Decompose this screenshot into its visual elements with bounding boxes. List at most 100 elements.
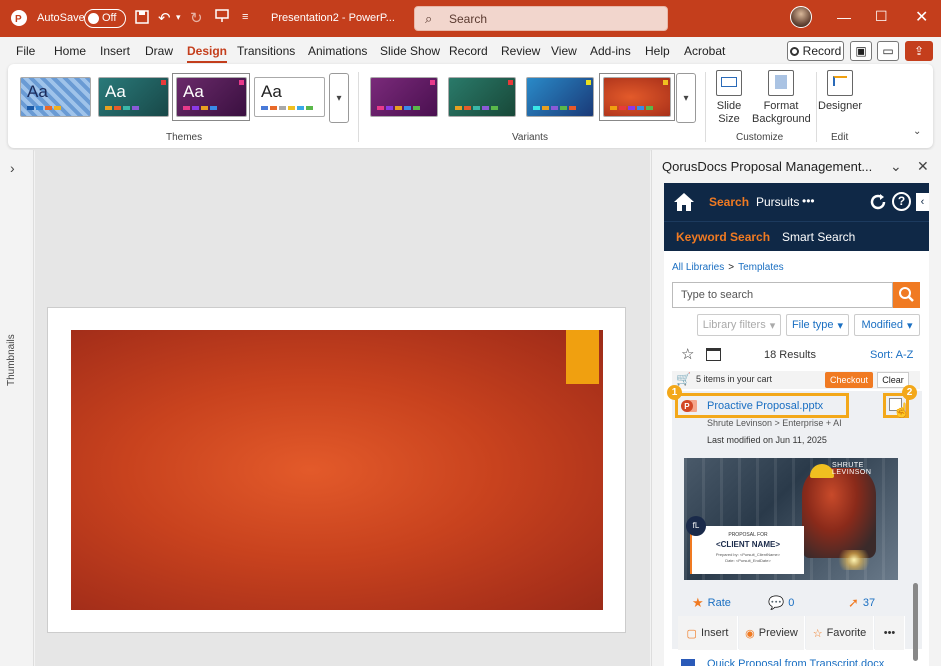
slide-frame[interactable] <box>47 307 626 633</box>
rate-button[interactable]: ★ Rate <box>692 595 731 611</box>
favorite-button[interactable]: ☆ Favorite <box>806 616 874 650</box>
variant-thumbnail-1[interactable] <box>370 77 438 117</box>
themes-group-label: Themes <box>166 132 203 143</box>
share-icon[interactable]: ⇪ <box>905 41 933 61</box>
tab-help[interactable]: Help <box>645 44 670 58</box>
preview-label: Preview <box>758 627 798 639</box>
customize-qat-icon[interactable]: ≡ <box>242 11 248 23</box>
autosave-label: AutoSave <box>37 12 85 24</box>
comments-icon[interactable]: ▭ <box>877 41 899 61</box>
theme-thumbnail-3[interactable]: Aa <box>176 77 247 117</box>
more-actions-icon[interactable]: ••• <box>875 616 905 650</box>
tab-transitions[interactable]: Transitions <box>237 44 295 58</box>
collection-icon[interactable] <box>706 348 721 361</box>
result-preview-image[interactable]: SHRUTE LEVINSON fL PROPOSAL FOR <CLIENT … <box>684 458 898 580</box>
pane-options-icon[interactable]: ⌄ <box>890 158 902 175</box>
tab-file[interactable]: File <box>16 44 35 58</box>
tab-design[interactable]: Design <box>187 44 228 63</box>
format-background-icon <box>768 70 794 96</box>
variant-thumbnail-3[interactable] <box>526 77 594 117</box>
docx-file-icon <box>681 659 695 666</box>
close-icon[interactable]: ✕ <box>915 7 928 27</box>
format-background-button[interactable]: Format Background <box>752 70 811 126</box>
theme-aa-label: Aa <box>261 82 282 101</box>
library-filters-dropdown[interactable]: Library filters ▾ <box>697 314 781 336</box>
record-button[interactable]: Record <box>787 41 844 61</box>
present-teams-icon[interactable]: ▣ <box>850 41 872 61</box>
results-count: 18 Results <box>764 349 816 361</box>
tab-insert[interactable]: Insert <box>100 44 130 58</box>
tab-record[interactable]: Record <box>449 44 488 58</box>
tab-animations[interactable]: Animations <box>308 44 367 58</box>
undo-dropdown-icon[interactable]: ▾ <box>176 12 181 23</box>
collapse-panel-icon[interactable]: ‹ <box>916 193 929 211</box>
undo-icon[interactable]: ↶ <box>158 9 171 27</box>
favorites-star-icon[interactable]: ☆ <box>681 345 694 363</box>
tab-acrobat[interactable]: Acrobat <box>684 44 725 58</box>
checkout-button[interactable]: Checkout <box>825 372 873 388</box>
likes-button[interactable]: ➚ 37 <box>848 595 875 611</box>
nav-pursuits[interactable]: Pursuits <box>756 195 799 209</box>
thumbnails-strip: › Thumbnails <box>0 150 34 666</box>
minimize-icon[interactable]: — <box>837 9 851 25</box>
theme-aa-label: Aa <box>105 82 126 101</box>
keyword-search-input[interactable]: Type to search <box>672 282 893 308</box>
cart-count: 5 items in your cart <box>696 374 773 384</box>
result-title-link[interactable]: Proactive Proposal.pptx <box>707 400 823 412</box>
edit-group-label: Edit <box>831 132 849 143</box>
theme-thumbnail-1[interactable]: Aa <box>20 77 91 117</box>
home-icon[interactable] <box>673 192 695 215</box>
themes-more-button[interactable]: ▾ <box>329 73 349 123</box>
maximize-icon[interactable]: ☐ <box>875 8 888 25</box>
nav-more-icon[interactable]: ••• <box>802 194 815 208</box>
search-submit-button[interactable] <box>893 282 920 308</box>
slide-background[interactable] <box>71 330 603 610</box>
tab-add-ins[interactable]: Add-ins <box>590 44 631 58</box>
pane-close-icon[interactable]: ✕ <box>917 158 929 175</box>
svg-text:P: P <box>15 14 22 25</box>
theme-thumbnail-2[interactable]: Aa <box>98 77 169 117</box>
sort-dropdown[interactable]: Sort: A-Z <box>870 349 913 361</box>
tab-view[interactable]: View <box>551 44 577 58</box>
preview-cover-card: fL PROPOSAL FOR <CLIENT NAME> Prepared b… <box>686 516 804 574</box>
variant-thumbnail-4[interactable] <box>603 77 671 117</box>
file-type-dropdown[interactable]: File type ▾ <box>786 314 849 336</box>
nav-search[interactable]: Search <box>709 195 749 209</box>
save-icon[interactable] <box>135 10 149 24</box>
variants-more-button[interactable]: ▾ <box>676 73 696 123</box>
tab-smart-search[interactable]: Smart Search <box>782 230 855 244</box>
slide-accent-bar[interactable] <box>566 330 599 384</box>
collapse-ribbon-icon[interactable]: ⌄ <box>913 126 921 137</box>
scrollbar-thumb[interactable] <box>913 583 918 661</box>
comments-button[interactable]: 💬 0 <box>768 595 794 611</box>
thumbnails-label[interactable]: Thumbnails <box>6 334 17 386</box>
breadcrumb-all-libraries[interactable]: All Libraries <box>672 262 724 273</box>
search-input[interactable]: ⌕ Search <box>414 6 668 31</box>
tab-draw[interactable]: Draw <box>145 44 173 58</box>
library-filters-label: Library filters <box>702 319 766 331</box>
help-icon[interactable]: ? <box>892 192 911 211</box>
slide-size-button[interactable]: Slide Size <box>711 70 747 126</box>
refresh-icon[interactable] <box>869 193 887 214</box>
avatar[interactable] <box>790 6 812 28</box>
present-icon[interactable] <box>215 9 229 23</box>
preview-line-3: Prepared by: <Pursuit_ClientName> <box>715 552 781 557</box>
designer-button[interactable]: Designer <box>818 70 862 113</box>
breadcrumb-templates[interactable]: Templates <box>738 262 784 273</box>
slide-canvas <box>35 150 650 666</box>
modified-dropdown[interactable]: Modified ▾ <box>854 314 920 336</box>
insert-button[interactable]: ▢ Insert <box>678 616 738 650</box>
variant-thumbnail-2[interactable] <box>448 77 516 117</box>
tab-keyword-search[interactable]: Keyword Search <box>676 230 770 244</box>
result-path: Shrute Levinson > Enterprise + AI <box>707 418 842 428</box>
autosave-toggle[interactable]: Off <box>84 9 126 28</box>
preview-button[interactable]: ◉ Preview <box>739 616 805 650</box>
redo-icon[interactable]: ↻ <box>190 9 203 27</box>
expand-thumbnails-icon[interactable]: › <box>10 160 15 176</box>
theme-thumbnail-4[interactable]: Aa <box>254 77 325 117</box>
search-icon <box>899 287 914 302</box>
tab-home[interactable]: Home <box>54 44 86 58</box>
tab-slide-show[interactable]: Slide Show <box>380 44 440 58</box>
next-result-title[interactable]: Quick Proposal from Transcript.docx <box>707 658 884 666</box>
tab-review[interactable]: Review <box>501 44 540 58</box>
